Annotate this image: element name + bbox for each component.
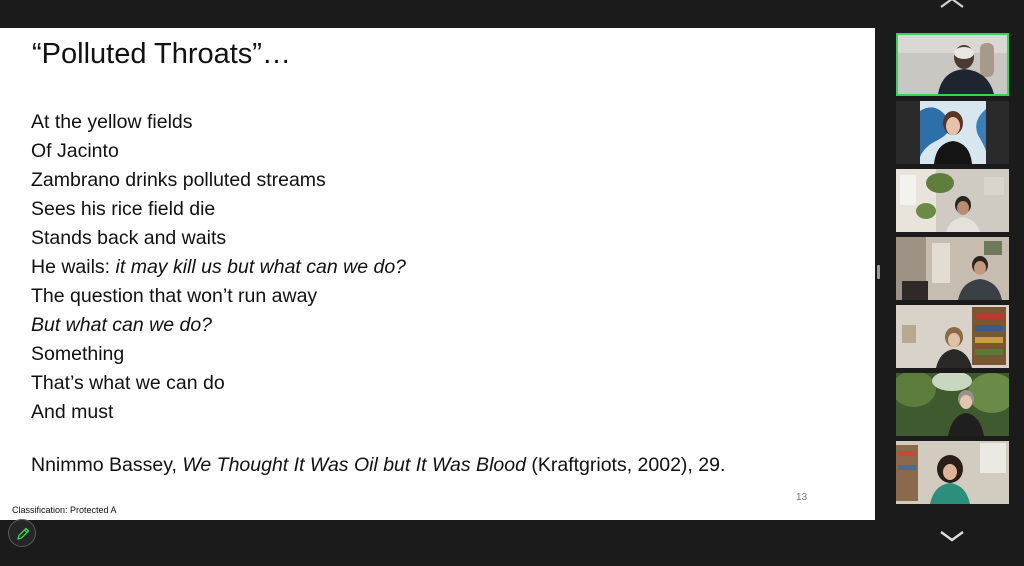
poem-line-text: At the yellow fields [31,111,193,133]
poem-text: At the yellow fields Of Jacinto Zambrano… [31,108,406,427]
participant-video [896,169,1009,232]
poem-line-text: He wails: [31,256,116,278]
annotate-button[interactable] [8,519,36,547]
participant-video-tile[interactable] [896,305,1009,368]
poem-line-italic: it may kill us but what can we do? [115,256,407,278]
poem-line-text: Sees his rice field die [31,198,216,220]
chevron-down-icon[interactable] [938,529,966,543]
participant-video [896,373,1009,436]
poem-line: He wails: it may kill us but what can we… [31,253,406,282]
participant-video-tile[interactable] [896,373,1009,436]
poem-line-text: The question that won’t run away [31,285,318,307]
poem-line: Of Jacinto [31,137,406,166]
poem-line-text: And must [31,401,114,423]
citation-work: We Thought It Was Oil but It Was Blood [182,454,526,476]
citation-author: Nnimmo Bassey, [31,454,183,476]
citation: Nnimmo Bassey, We Thought It Was Oil but… [31,454,725,477]
poem-line: Sees his rice field die [31,195,406,224]
participant-video [896,101,1009,164]
panel-resize-handle[interactable] [877,265,880,279]
poem-line: Stands back and waits [31,224,406,253]
shared-slide: “Polluted Throats”… At the yellow fields… [0,28,875,520]
citation-details: (Kraftgriots, 2002), 29. [525,454,726,476]
poem-line-text: Stands back and waits [31,227,227,249]
poem-line: Zambrano drinks polluted streams [31,166,406,195]
participant-video [896,305,1009,368]
participant-video-tile[interactable] [896,101,1009,164]
poem-line: But what can we do? [31,311,406,340]
participant-video-tile[interactable] [896,33,1009,96]
participant-video [898,35,1007,94]
poem-line-text: Something [31,343,125,365]
participant-video-tile[interactable] [896,237,1009,300]
poem-line-text: That’s what we can do [31,372,225,394]
poem-line: At the yellow fields [31,108,406,137]
poem-line-italic: But what can we do? [31,314,213,336]
chevron-up-icon[interactable] [938,0,966,8]
poem-line: The question that won’t run away [31,282,406,311]
classification-label: Classification: Protected A [12,505,117,515]
participant-video-tile[interactable] [896,441,1009,504]
poem-line: That’s what we can do [31,369,406,398]
participant-video [896,441,1009,504]
poem-line-text: Of Jacinto [31,140,119,162]
slide-title: “Polluted Throats”… [32,38,291,70]
participant-video-tile[interactable] [896,169,1009,232]
poem-line-text: Zambrano drinks polluted streams [31,169,326,191]
poem-line: Something [31,340,406,369]
slide-page-number: 13 [796,492,808,503]
poem-line: And must [31,398,406,427]
participant-video [896,237,1009,300]
